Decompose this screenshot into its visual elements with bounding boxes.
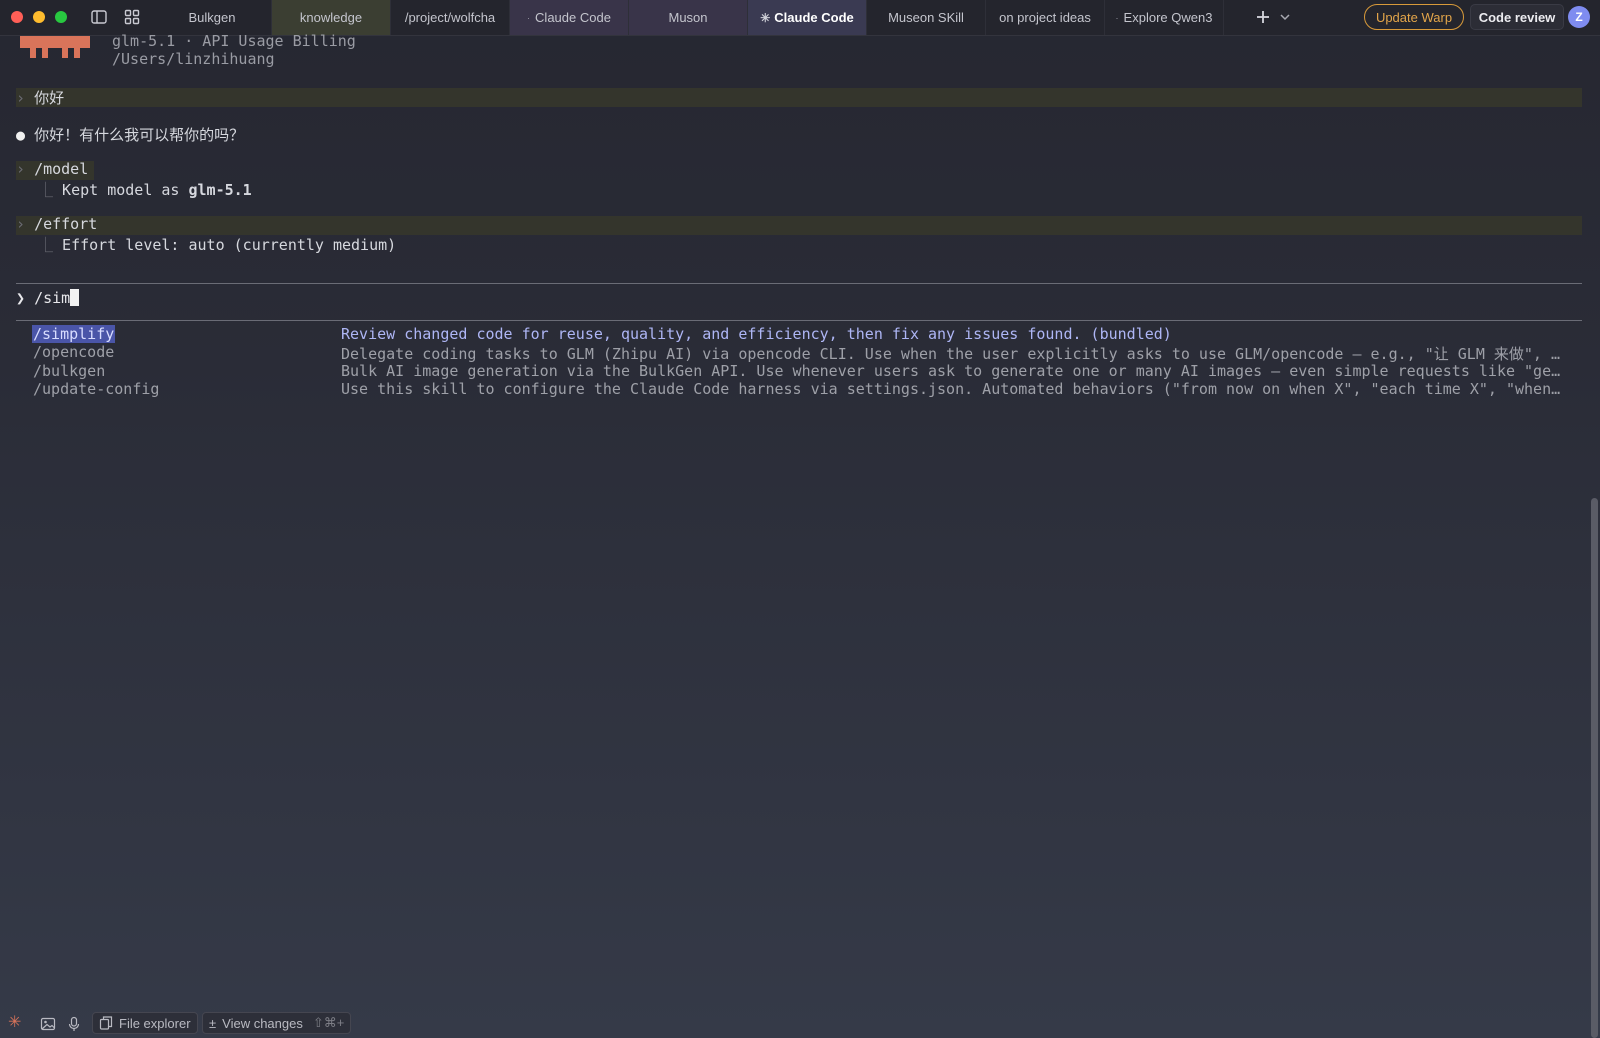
text-cursor — [70, 289, 80, 306]
tab-knowledge[interactable]: knowledge — [272, 0, 391, 35]
code-review-button[interactable]: Code review — [1470, 4, 1564, 30]
avatar[interactable]: Z — [1568, 6, 1590, 28]
suggestion-simplify[interactable]: /simplify — [32, 325, 116, 343]
model-info-line: glm-5.1 · API Usage Billing — [112, 32, 356, 50]
command-model: › /model — [16, 160, 89, 178]
scrollbar[interactable] — [1591, 498, 1598, 1038]
microphone-icon[interactable] — [66, 1014, 82, 1034]
claude-mascot-icon — [20, 36, 90, 58]
input-top-divider — [16, 283, 1582, 284]
bottom-toolbar: ✳ File explorer ± View changes ⇧⌘+ — [0, 1008, 1600, 1038]
close-window-button[interactable] — [11, 11, 23, 23]
chevron-right-icon: › — [16, 160, 26, 178]
image-icon[interactable] — [40, 1014, 56, 1034]
command-input[interactable]: ❯ /sim — [16, 289, 80, 307]
suggestion-description: Review changed code for reuse, quality, … — [341, 325, 1172, 343]
command-highlight — [16, 216, 1582, 235]
suggestion-description: Bulk AI image generation via the BulkGen… — [341, 362, 1569, 380]
suggestion-description: Use this skill to configure the Claude C… — [341, 380, 1569, 398]
tab-explore-qwen[interactable]: · Explore Qwen3 — [1105, 0, 1224, 35]
tab-museon-skill[interactable]: Museon SKill — [867, 0, 986, 35]
tab-claude-code[interactable]: · Claude Code — [510, 0, 629, 35]
update-warp-button[interactable]: Update Warp — [1364, 4, 1464, 30]
file-explorer-button[interactable]: File explorer — [92, 1012, 198, 1034]
files-icon — [99, 1016, 113, 1030]
user-prompt-1: › 你好 — [16, 89, 65, 107]
sidebar-toggle-icon[interactable] — [90, 8, 108, 26]
chevron-right-icon: › — [16, 89, 26, 107]
grid-layout-icon[interactable] — [123, 8, 141, 26]
tab-project-wolfcha[interactable]: /project/wolfcha — [391, 0, 510, 35]
title-bar: Bulkgen knowledge /project/wolfcha · Clau… — [0, 0, 1600, 36]
suggestion-update-config[interactable]: /update-config — [33, 380, 159, 398]
diff-icon: ± — [209, 1015, 217, 1031]
chevron-right-icon: › — [16, 215, 26, 233]
tab-claude-code-active[interactable]: ✳ Claude Code — [748, 0, 867, 35]
input-bottom-divider — [16, 320, 1582, 321]
suggestion-bulkgen[interactable]: /bulkgen — [33, 362, 105, 380]
prompt-chevron-icon: ❯ — [16, 289, 26, 307]
claude-spark-icon[interactable]: ✳ — [8, 1012, 21, 1032]
assistant-reply: ● 你好！有什么我可以帮你的吗？ — [16, 126, 245, 144]
view-changes-button[interactable]: ± View changes ⇧⌘+ — [202, 1012, 352, 1034]
suggestion-opencode[interactable]: /opencode — [33, 343, 114, 361]
new-tab-plus-icon[interactable] — [1254, 8, 1272, 26]
terminal-output[interactable]: glm-5.1 · API Usage Billing /Users/linzh… — [0, 32, 1590, 996]
tab-project-ideas[interactable]: on project ideas — [986, 0, 1105, 35]
maximize-window-button[interactable] — [55, 11, 67, 23]
minimize-window-button[interactable] — [33, 11, 45, 23]
tab-muson[interactable]: Muson — [629, 0, 748, 35]
command-effort: › /effort — [16, 215, 98, 233]
tab-bulkgen[interactable]: Bulkgen — [153, 0, 272, 35]
chevron-down-icon[interactable] — [1276, 8, 1294, 26]
working-directory: /Users/linzhihuang — [112, 50, 275, 68]
prompt-highlight — [16, 88, 1582, 107]
model-result: ⎿ Kept model as glm-5.1 — [38, 181, 252, 199]
effort-result: ⎿ Effort level: auto (currently medium) — [38, 236, 397, 254]
tree-branch-icon: ⎿ — [38, 236, 54, 254]
tree-branch-icon: ⎿ — [38, 181, 54, 199]
suggestion-description: Delegate coding tasks to GLM (Zhipu AI) … — [341, 345, 1569, 363]
bullet-icon: ● — [16, 126, 26, 144]
